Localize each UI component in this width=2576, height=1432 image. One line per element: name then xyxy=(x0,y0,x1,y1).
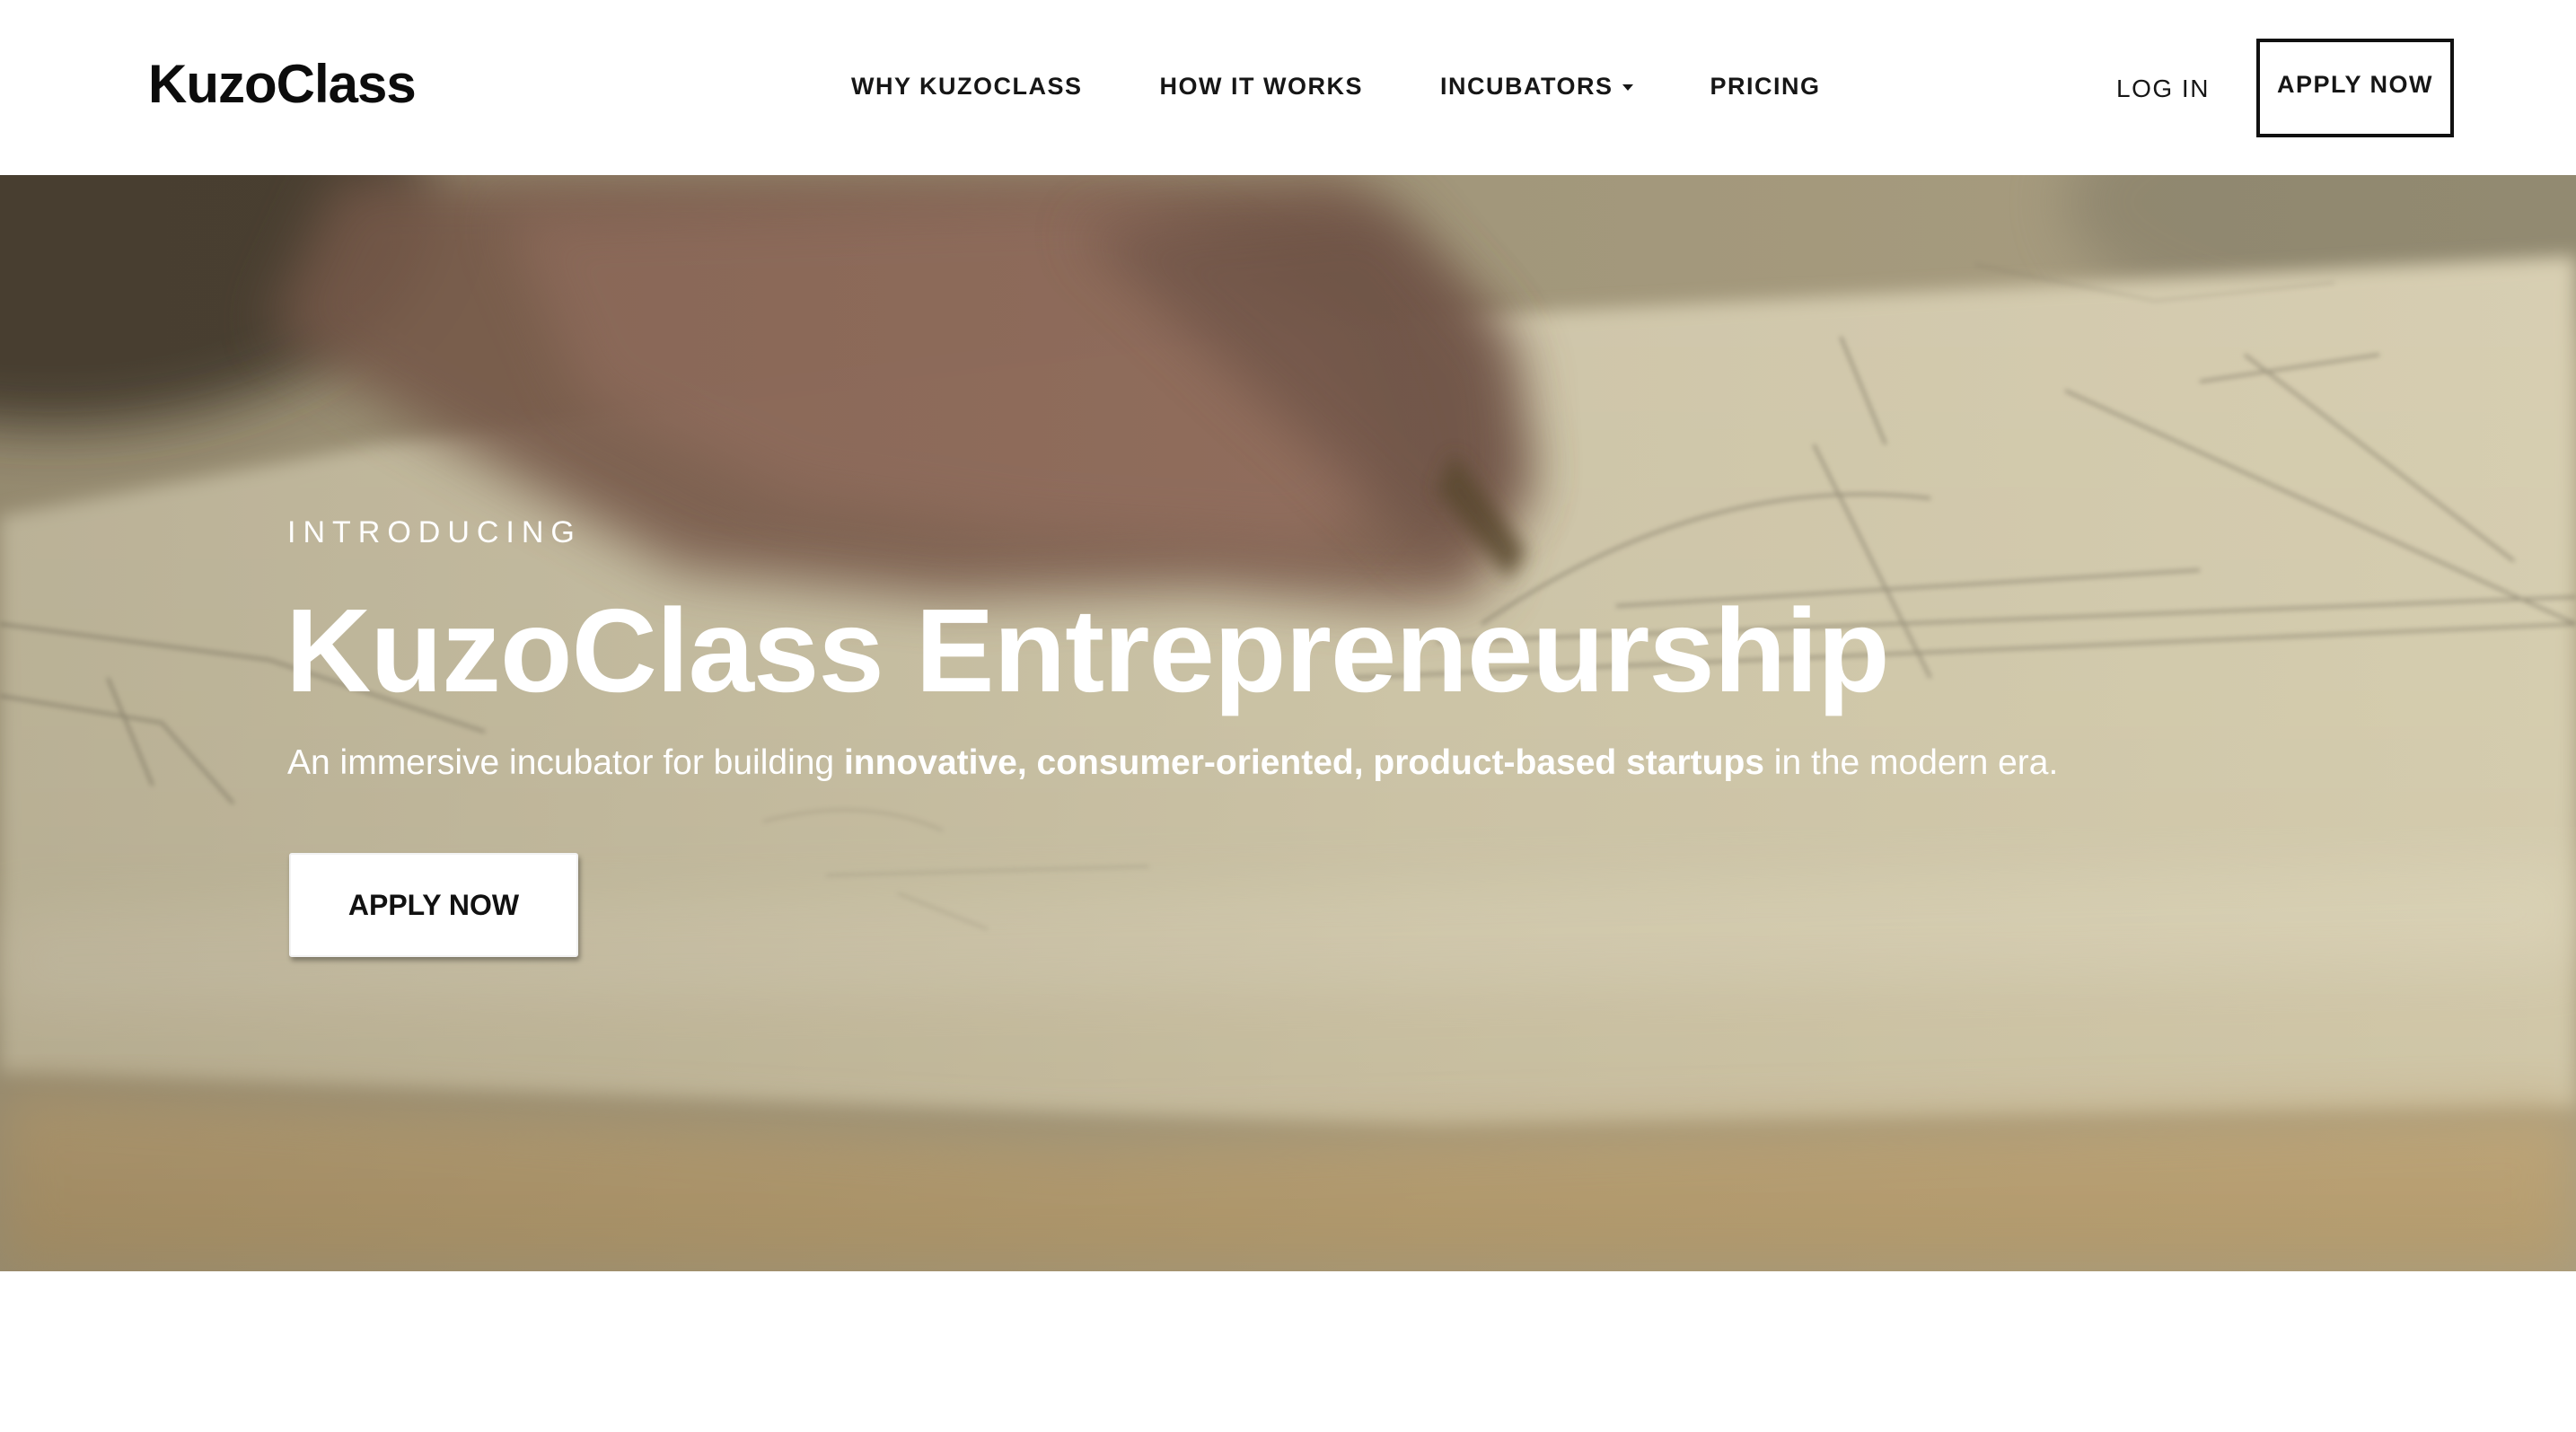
hero-subtitle-suffix: in the modern era. xyxy=(1763,743,2059,782)
hero-eyebrow: INTRODUCING xyxy=(287,515,582,549)
nav-item-label: WHY KUZOCLASS xyxy=(851,73,1083,100)
hero-subtitle: An immersive incubator for building inno… xyxy=(287,741,2058,786)
hero-overlay xyxy=(0,175,2576,1271)
login-link[interactable]: LOG IN xyxy=(2116,71,2210,107)
nav-item-label: HOW IT WORKS xyxy=(1159,73,1363,100)
caret-down-icon xyxy=(1622,83,1633,91)
hero-section: INTRODUCING KuzoClass Entrepreneurship A… xyxy=(0,175,2576,1271)
site-header: KuzoClass WHY KUZOCLASS HOW IT WORKS INC… xyxy=(0,0,2576,175)
apply-now-hero-button[interactable]: APPLY NOW xyxy=(289,853,578,957)
nav-item-label: INCUBATORS xyxy=(1440,73,1613,100)
nav-item-how-it-works[interactable]: HOW IT WORKS xyxy=(1160,68,1363,104)
nav-item-incubators[interactable]: INCUBATORS xyxy=(1440,68,1633,104)
main-nav: WHY KUZOCLASS HOW IT WORKS INCUBATORS PR… xyxy=(851,68,1821,104)
nav-item-why-kuzoclass[interactable]: WHY KUZOCLASS xyxy=(851,68,1083,104)
hero-subtitle-bold: innovative, consumer-oriented, product-b… xyxy=(843,743,1764,782)
site-logo[interactable]: KuzoClass xyxy=(148,52,417,117)
nav-item-pricing[interactable]: PRICING xyxy=(1710,68,1821,104)
hero-subtitle-prefix: An immersive incubator for building xyxy=(287,743,844,782)
nav-item-label: PRICING xyxy=(1710,73,1821,100)
hero-title: KuzoClass Entrepreneurship xyxy=(286,584,1890,716)
apply-now-header-button[interactable]: APPLY NOW xyxy=(2256,39,2454,137)
